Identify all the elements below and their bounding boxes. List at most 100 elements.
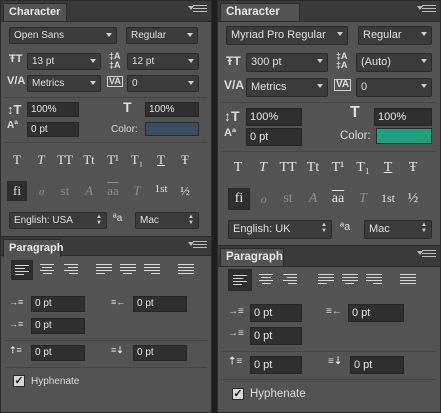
ordinals-button[interactable]: 1st	[378, 191, 398, 206]
align-left-button[interactable]	[11, 260, 33, 280]
faux-italic-button[interactable]: T	[31, 152, 51, 168]
indent-right-input[interactable]: 0 pt	[133, 296, 187, 312]
align-right-icon[interactable]	[283, 274, 299, 288]
tracking-dropdown[interactable]: 0	[127, 75, 199, 92]
small-caps-button[interactable]: Tt	[303, 160, 323, 176]
first-line-indent-input[interactable]: 0 pt	[31, 318, 85, 334]
titling-alternates-button[interactable]: T	[353, 191, 373, 207]
justify-all-icon[interactable]	[400, 274, 416, 288]
fractions-button[interactable]: ½	[175, 183, 195, 199]
fractions-button[interactable]: ½	[403, 191, 423, 207]
font-family-dropdown[interactable]: Myriad Pro Regular	[226, 26, 348, 45]
justify-last-center-icon[interactable]	[342, 274, 358, 288]
horizontal-scale-input[interactable]: 100%	[145, 102, 199, 117]
first-line-indent-input[interactable]: 0 pt	[250, 327, 302, 345]
indent-right-icon: ≡←	[326, 306, 342, 317]
subscript-button[interactable]: T₁	[127, 152, 147, 168]
tab-character[interactable]: Character	[3, 3, 67, 21]
space-before-icon: ⇡≡	[228, 356, 243, 367]
kerning-dropdown[interactable]: Metrics	[246, 78, 328, 97]
hyphenate-checkbox[interactable]: ✓	[232, 388, 244, 400]
justify-last-right-icon[interactable]	[366, 274, 382, 288]
antialias-dropdown[interactable]: Mac ▲ ▼	[364, 220, 432, 239]
justify-all-icon[interactable]	[178, 264, 194, 278]
stylistic-alternates-button[interactable]: aa	[328, 191, 348, 207]
leading-icon: ‡A ‡A	[109, 51, 121, 70]
chevron-down-icon	[106, 33, 112, 37]
first-line-indent-icon: →≡	[228, 328, 244, 339]
ordinals-button[interactable]: 1st	[151, 183, 171, 195]
tracking-dropdown[interactable]: 0	[356, 78, 432, 97]
tracking-icon: VA	[107, 76, 123, 87]
discretionary-ligatures-button[interactable]: ℴ	[253, 191, 273, 208]
space-after-input[interactable]: 0 pt	[350, 356, 404, 374]
font-size-dropdown[interactable]: 13 pt	[27, 53, 101, 70]
underline-button[interactable]: T	[151, 152, 171, 168]
contextual-alternates-button[interactable]: st	[55, 183, 75, 199]
indent-right-input[interactable]: 0 pt	[348, 304, 404, 322]
hyphenate-checkbox[interactable]: ✓	[13, 375, 25, 387]
tab-paragraph[interactable]: Paragraph	[3, 239, 63, 257]
color-swatch[interactable]	[376, 128, 432, 144]
strikethrough-button[interactable]: Ŧ	[175, 152, 195, 168]
language-dropdown[interactable]: English: UK ▲ ▼	[228, 220, 332, 239]
kerning-dropdown[interactable]: Metrics	[27, 75, 101, 92]
baseline-shift-input[interactable]: 0 pt	[27, 122, 79, 137]
subscript-button[interactable]: T₁	[353, 160, 373, 176]
panel-menu-icon[interactable]	[188, 241, 207, 252]
font-style-dropdown[interactable]: Regular	[126, 27, 198, 44]
font-style-dropdown[interactable]: Regular	[358, 26, 432, 45]
horizontal-scale-input[interactable]: 100%	[374, 108, 432, 126]
font-family-dropdown[interactable]: Open Sans	[9, 27, 117, 44]
chevron-down-icon	[90, 59, 96, 63]
baseline-shift-input[interactable]: 0 pt	[246, 128, 302, 146]
align-left-button[interactable]	[228, 269, 252, 291]
language-dropdown[interactable]: English: USA ▲ ▼	[9, 212, 107, 229]
color-label: Color:	[111, 124, 138, 135]
vertical-scale-input[interactable]: 100%	[246, 108, 302, 126]
justify-last-left-icon[interactable]	[318, 274, 334, 288]
panel-menu-icon[interactable]	[188, 5, 207, 16]
space-before-input[interactable]: 0 pt	[31, 345, 85, 361]
underline-button[interactable]: T	[378, 160, 398, 176]
leading-dropdown[interactable]: (Auto)	[356, 53, 432, 72]
align-center-icon[interactable]	[259, 274, 275, 288]
justify-last-center-icon[interactable]	[120, 264, 136, 278]
space-after-input[interactable]: 0 pt	[133, 345, 187, 361]
small-caps-button[interactable]: Tt	[79, 152, 99, 168]
panel-menu-icon[interactable]	[417, 5, 436, 16]
faux-italic-button[interactable]: T	[253, 160, 273, 176]
indent-right-value: 0 pt	[137, 298, 154, 309]
tab-paragraph[interactable]: Paragraph	[220, 248, 284, 266]
align-right-icon[interactable]	[64, 264, 80, 278]
swash-button[interactable]: A	[303, 191, 323, 207]
antialias-dropdown[interactable]: Mac ▲ ▼	[135, 212, 199, 229]
stylistic-alternates-button[interactable]: aa	[103, 183, 123, 199]
panel-tabbar: Character	[1, 1, 211, 22]
discretionary-ligatures-button[interactable]: ℴ	[31, 183, 51, 199]
all-caps-button[interactable]: TT	[55, 152, 75, 168]
panel-menu-icon[interactable]	[417, 250, 436, 261]
superscript-button[interactable]: T¹	[103, 152, 123, 168]
baseline-shift-icon: Aª	[7, 120, 18, 131]
justify-last-right-icon[interactable]	[144, 264, 160, 278]
all-caps-button[interactable]: TT	[278, 160, 298, 176]
baseline-shift-value: 0 pt	[31, 124, 48, 135]
superscript-button[interactable]: T¹	[328, 160, 348, 176]
tab-character[interactable]: Character	[220, 3, 300, 21]
leading-dropdown[interactable]: 12 pt	[127, 53, 199, 70]
faux-bold-button[interactable]: T	[228, 160, 248, 176]
contextual-alternates-button[interactable]: st	[278, 191, 298, 207]
font-size-dropdown[interactable]: 300 pt	[246, 53, 328, 72]
space-before-input[interactable]: 0 pt	[250, 356, 302, 374]
vertical-scale-input[interactable]: 100%	[27, 102, 79, 117]
align-center-icon[interactable]	[40, 264, 56, 278]
justify-last-left-icon[interactable]	[96, 264, 112, 278]
indent-left-input[interactable]: 0 pt	[31, 296, 85, 312]
titling-alternates-button[interactable]: T	[127, 183, 147, 199]
color-swatch[interactable]	[145, 122, 199, 136]
indent-left-input[interactable]: 0 pt	[250, 304, 302, 322]
swash-button[interactable]: A	[79, 183, 99, 199]
strikethrough-button[interactable]: Ŧ	[403, 160, 423, 176]
faux-bold-button[interactable]: T	[7, 152, 27, 168]
